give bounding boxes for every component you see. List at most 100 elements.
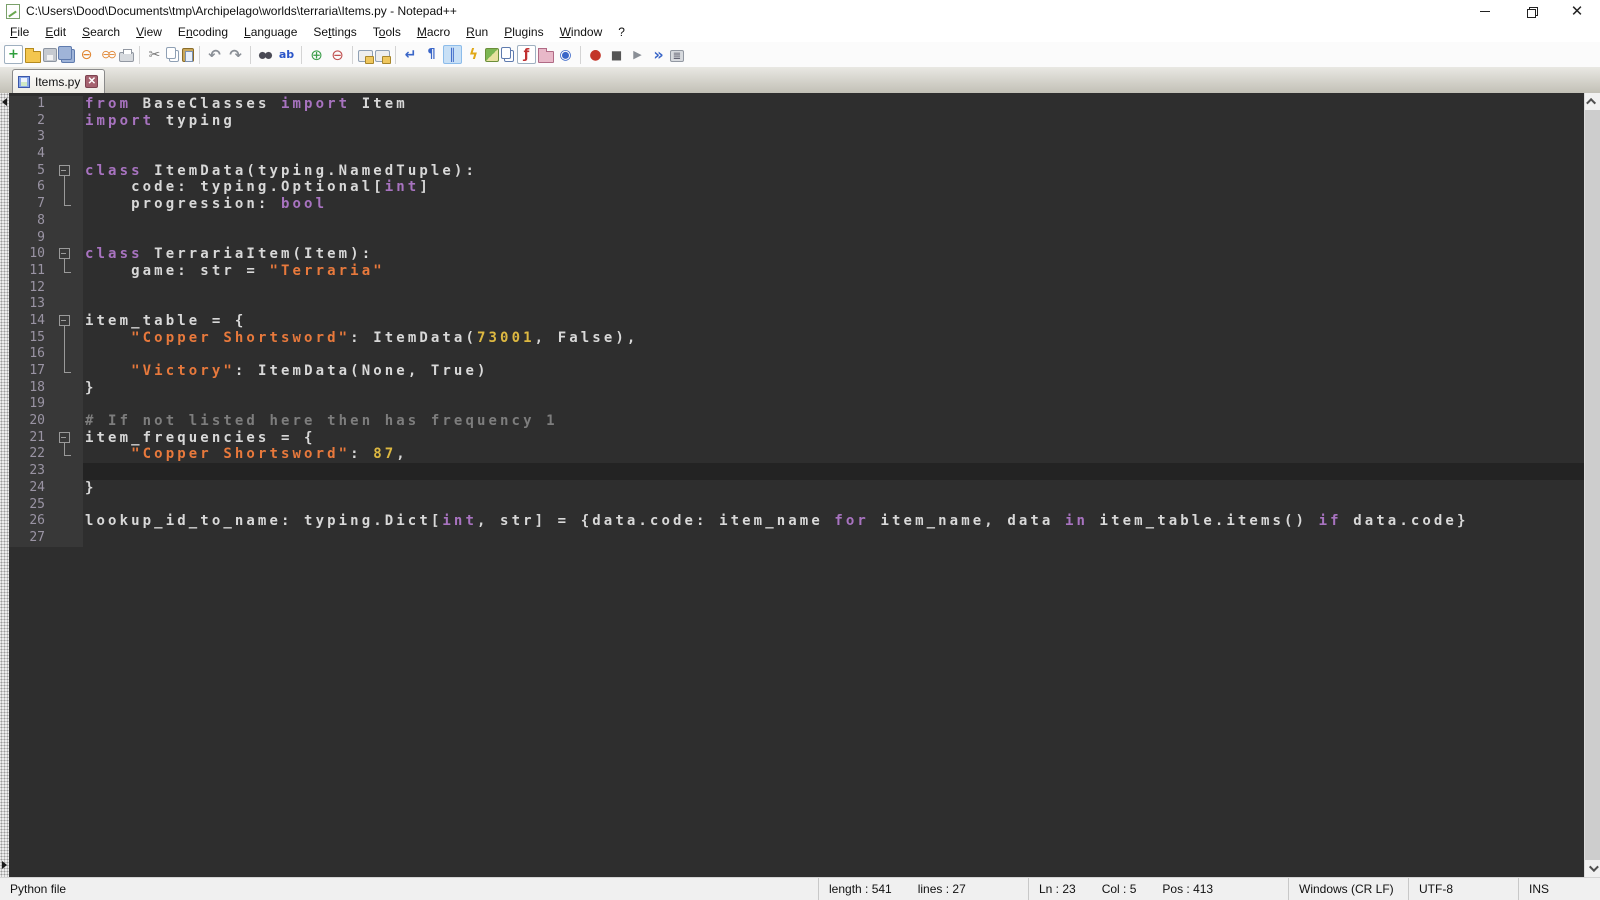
replace-icon[interactable] <box>277 45 296 64</box>
fold-box-icon[interactable] <box>53 246 83 263</box>
code-text[interactable]: progression: bool <box>83 196 1584 213</box>
code-text[interactable]: game: str = "Terraria" <box>83 263 1584 280</box>
macro-save-icon[interactable] <box>670 50 684 62</box>
code-line[interactable]: 8 <box>9 213 1584 230</box>
code-text[interactable] <box>83 129 1584 146</box>
code-text[interactable]: import typing <box>83 113 1584 130</box>
status-insert-mode[interactable]: INS <box>1518 878 1600 900</box>
function-list-icon[interactable] <box>464 45 483 64</box>
menu-search[interactable]: Search <box>74 23 128 41</box>
code-text[interactable]: item_frequencies = { <box>83 430 1584 447</box>
macro-record-icon[interactable] <box>586 45 605 64</box>
menu-file[interactable]: File <box>2 23 37 41</box>
code-text[interactable]: "Victory": ItemData(None, True) <box>83 363 1584 380</box>
code-line[interactable]: 6 code: typing.Optional[int] <box>9 179 1584 196</box>
code-line[interactable]: 3 <box>9 129 1584 146</box>
code-line[interactable]: 22 "Copper Shortsword": 87, <box>9 446 1584 463</box>
code-text[interactable]: item_table = { <box>83 313 1584 330</box>
sync-horizontal-scroll-icon[interactable] <box>375 50 390 62</box>
indent-guide-icon[interactable] <box>443 45 462 64</box>
code-text[interactable]: from BaseClasses import Item <box>83 96 1584 113</box>
code-text[interactable]: "Copper Shortsword": ItemData(73001, Fal… <box>83 330 1584 347</box>
fold-box-icon[interactable] <box>53 430 83 447</box>
redo-icon[interactable] <box>226 45 245 64</box>
function-list-panel-icon[interactable] <box>517 45 536 64</box>
code-line[interactable]: 1from BaseClasses import Item <box>9 96 1584 113</box>
menu-plugins[interactable]: Plugins <box>496 23 551 41</box>
code-text[interactable] <box>83 463 1584 480</box>
code-line[interactable]: 20# If not listed here then has frequenc… <box>9 413 1584 430</box>
menu-run[interactable]: Run <box>458 23 496 41</box>
code-text[interactable] <box>83 280 1584 297</box>
code-line[interactable]: 18} <box>9 380 1584 397</box>
menu-edit[interactable]: Edit <box>37 23 74 41</box>
code-line[interactable]: 21item_frequencies = { <box>9 430 1584 447</box>
code-text[interactable] <box>83 396 1584 413</box>
code-line[interactable]: 14item_table = { <box>9 313 1584 330</box>
scroll-down-icon[interactable] <box>1585 860 1600 877</box>
macro-run-multiple-icon[interactable] <box>649 45 668 64</box>
monitoring-icon[interactable] <box>556 45 575 64</box>
save-all-icon[interactable] <box>58 46 72 60</box>
code-line[interactable]: 9 <box>9 230 1584 247</box>
code-line[interactable]: 13 <box>9 296 1584 313</box>
status-eol-format[interactable]: Windows (CR LF) <box>1288 878 1408 900</box>
code-text[interactable]: lookup_id_to_name: typing.Dict[int, str]… <box>83 513 1584 530</box>
code-line[interactable]: 10class TerrariaItem(Item): <box>9 246 1584 263</box>
code-text[interactable]: class ItemData(typing.NamedTuple): <box>83 163 1584 180</box>
code-line[interactable]: 16 <box>9 346 1584 363</box>
code-line[interactable]: 7 progression: bool <box>9 196 1584 213</box>
cut-icon[interactable] <box>145 45 164 64</box>
restore-button[interactable] <box>1508 0 1554 22</box>
code-editor[interactable]: 1from BaseClasses import Item2import typ… <box>9 93 1584 877</box>
minimize-button[interactable] <box>1462 0 1508 22</box>
macro-play-icon[interactable] <box>628 45 647 64</box>
code-line[interactable]: 5class ItemData(typing.NamedTuple): <box>9 163 1584 180</box>
menu-macro[interactable]: Macro <box>409 23 458 41</box>
code-line[interactable]: 4 <box>9 146 1584 163</box>
close-doc-icon[interactable] <box>77 45 96 64</box>
document-list-icon[interactable] <box>501 47 511 59</box>
scrollbar-thumb[interactable] <box>1585 110 1600 860</box>
menu-help[interactable]: ? <box>610 23 633 41</box>
show-all-characters-icon[interactable] <box>422 45 441 64</box>
menu-language[interactable]: Language <box>236 23 305 41</box>
paste-icon[interactable] <box>182 48 194 62</box>
vertical-scrollbar[interactable] <box>1584 93 1600 877</box>
tab-items-py[interactable]: Items.py ✕ <box>12 69 105 93</box>
tab-close-icon[interactable]: ✕ <box>85 75 98 88</box>
menu-encoding[interactable]: Encoding <box>170 23 236 41</box>
word-wrap-icon[interactable] <box>401 45 420 64</box>
code-text[interactable] <box>83 530 1584 547</box>
code-line[interactable]: 17 "Victory": ItemData(None, True) <box>9 363 1584 380</box>
code-line[interactable]: 19 <box>9 396 1584 413</box>
open-icon[interactable] <box>25 51 41 63</box>
find-icon[interactable] <box>256 45 275 64</box>
dock-splitter[interactable] <box>0 93 9 877</box>
code-line[interactable]: 26lookup_id_to_name: typing.Dict[int, st… <box>9 513 1584 530</box>
close-button[interactable]: ✕ <box>1554 0 1600 22</box>
folder-as-workspace-icon[interactable] <box>538 51 554 63</box>
scroll-up-icon[interactable] <box>1585 93 1600 110</box>
code-text[interactable]: } <box>83 380 1584 397</box>
status-encoding[interactable]: UTF-8 <box>1408 878 1518 900</box>
macro-stop-icon[interactable] <box>607 45 626 64</box>
code-line[interactable]: 25 <box>9 497 1584 514</box>
zoom-in-icon[interactable] <box>307 45 326 64</box>
copy-icon[interactable] <box>166 47 176 59</box>
code-line[interactable]: 27 <box>9 530 1584 547</box>
code-line[interactable]: 12 <box>9 280 1584 297</box>
code-line[interactable]: 2import typing <box>9 113 1584 130</box>
code-line[interactable]: 11 game: str = "Terraria" <box>9 263 1584 280</box>
sync-vertical-scroll-icon[interactable] <box>358 50 373 62</box>
code-text[interactable] <box>83 346 1584 363</box>
code-line[interactable]: 15 "Copper Shortsword": ItemData(73001, … <box>9 330 1584 347</box>
code-text[interactable]: } <box>83 480 1584 497</box>
save-icon[interactable] <box>43 48 57 62</box>
fold-box-icon[interactable] <box>53 313 83 330</box>
code-line[interactable]: 24} <box>9 480 1584 497</box>
code-text[interactable]: code: typing.Optional[int] <box>83 179 1584 196</box>
code-text[interactable] <box>83 296 1584 313</box>
menu-view[interactable]: View <box>128 23 170 41</box>
print-icon[interactable] <box>119 52 134 62</box>
